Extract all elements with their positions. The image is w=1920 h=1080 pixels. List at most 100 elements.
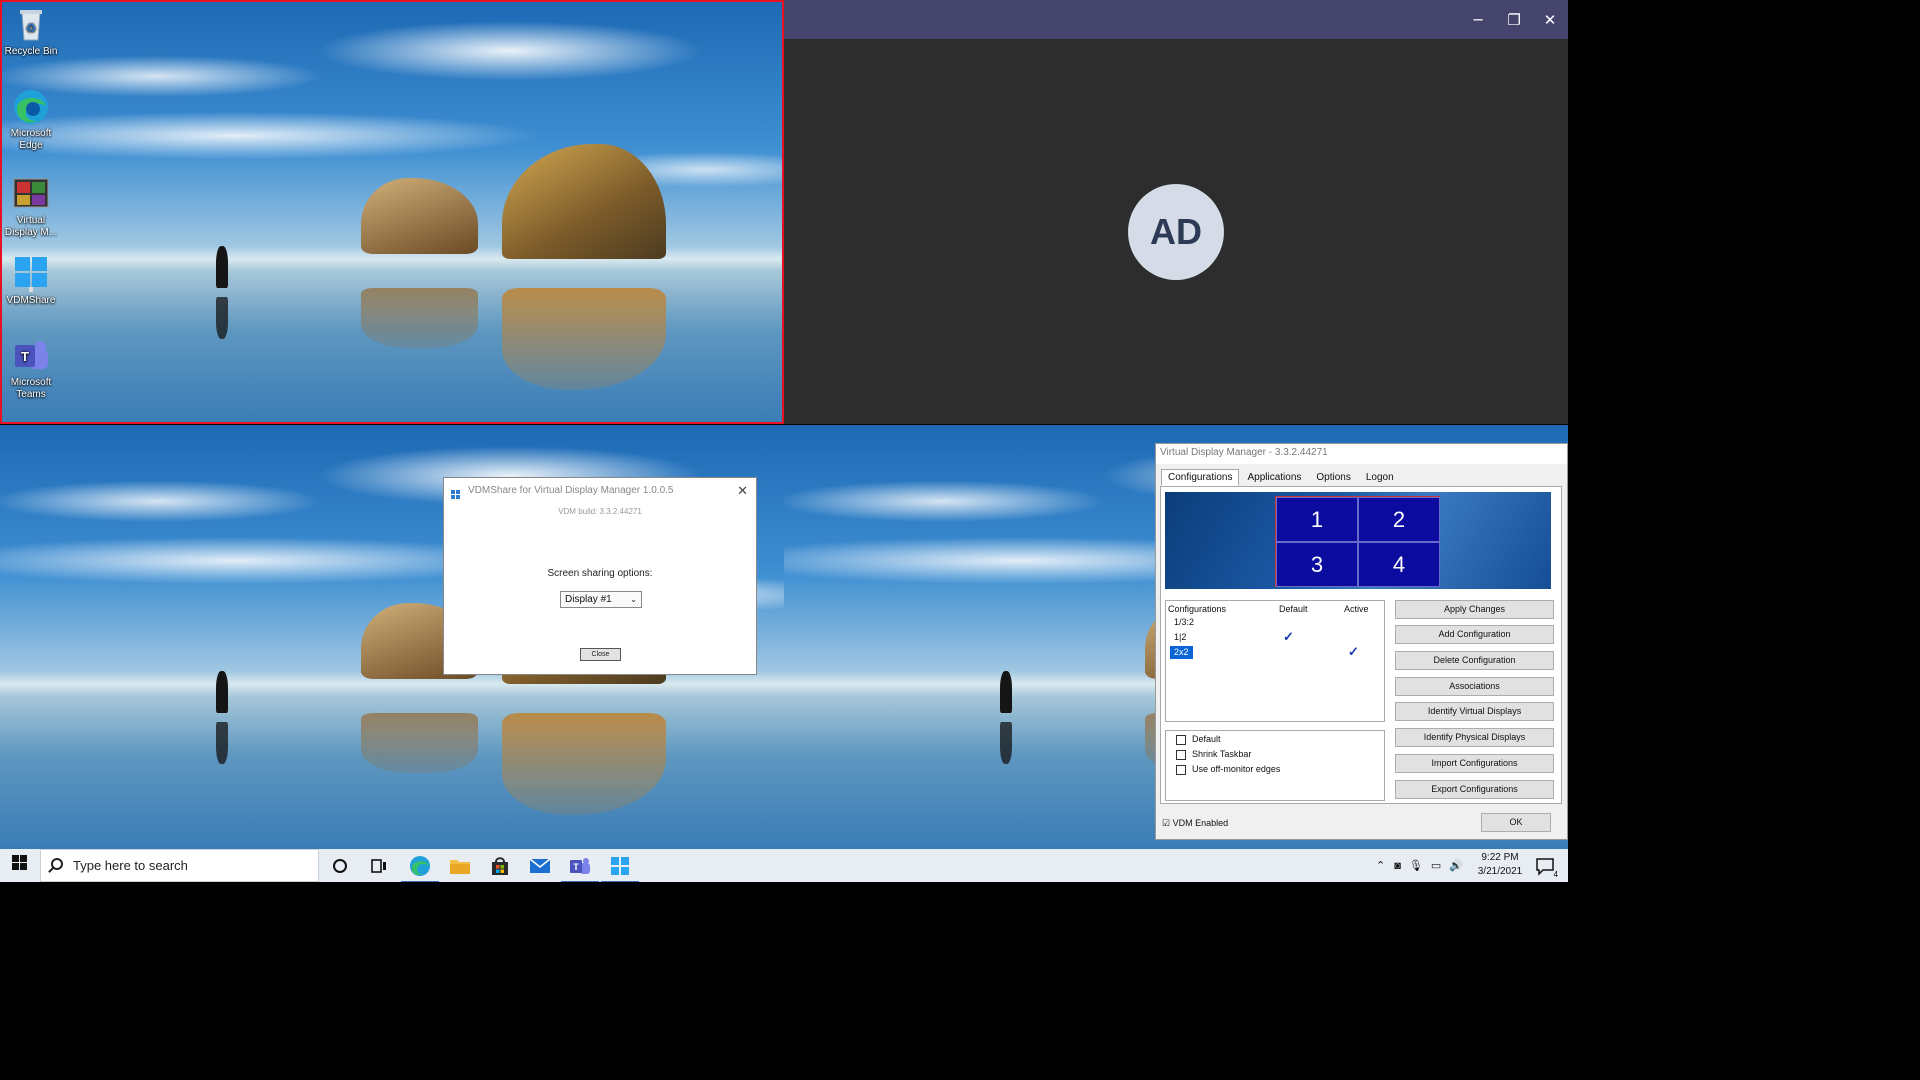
screen-sharing-label: Screen sharing options: [547,568,653,579]
file-explorer-icon[interactable] [447,853,473,879]
black-area [0,882,1920,1080]
svg-text:T: T [21,349,29,364]
teams-title-bar: ─ ❐ ✕ [784,0,1568,39]
configuration-options: Default Shrink Taskbar Use off-monitor e… [1165,730,1385,801]
desktop-icon-vdmshare[interactable]: VDMShare [2,255,60,307]
teams-window: ─ ❐ ✕ AD [784,0,1568,424]
network-icon[interactable]: ▭ [1431,859,1441,872]
clock-date: 3/21/2021 [1477,866,1523,877]
configuration-row-selected[interactable]: 2x2 [1170,646,1193,659]
microphone-icon[interactable]: 🎙 [1409,859,1423,872]
export-configurations-button[interactable]: Export Configurations [1395,780,1554,799]
close-icon: ✕ [1543,10,1557,29]
restore-icon: ❐ [1507,10,1521,29]
search-icon [51,858,63,870]
vdm-enabled-toggle[interactable]: ☑ VDM Enabled [1162,818,1228,829]
delete-configuration-button[interactable]: Delete Configuration [1395,651,1554,670]
identify-physical-displays-button[interactable]: Identify Physical Displays [1395,728,1554,747]
vdm-build-text: VDM build: 3.3.2.44271 [558,507,642,516]
vdmshare-icon[interactable] [601,853,639,883]
vdmshare-close-button[interactable]: Close [580,648,621,661]
vdm-tabs: Configurations Applications Options Logon [1161,469,1402,486]
option-shrink-taskbar[interactable]: Shrink Taskbar [1176,749,1251,762]
configurations-panel: 1 2 3 4 Configurations Default Active 1/… [1160,486,1562,804]
svg-text:♻: ♻ [26,21,37,35]
display-select-value: Display #1 [565,594,612,605]
restore-button[interactable]: ❐ [1496,0,1532,39]
desktop-icon-edge[interactable]: Microsoft Edge [2,88,60,152]
add-configuration-button[interactable]: Add Configuration [1395,625,1554,644]
desktop-icon-teams[interactable]: T Microsoft Teams [2,337,60,401]
chevron-down-icon: ⌄ [630,595,637,604]
vdmshare-close-icon[interactable]: ✕ [737,478,748,503]
participant-avatar: AD [1128,184,1224,280]
teams-icon[interactable]: T [561,853,599,883]
virtual-display-cell[interactable]: 1 [1276,497,1358,542]
vdmshare-icon [12,255,50,293]
recycle-bin-icon: ♻ [12,6,50,44]
import-configurations-button[interactable]: Import Configurations [1395,754,1554,773]
edge-icon [12,88,50,126]
identify-virtual-displays-button[interactable]: Identify Virtual Displays [1395,702,1554,721]
notification-count: 4 [1553,870,1558,879]
tab-applications[interactable]: Applications [1240,469,1308,486]
option-default[interactable]: Default [1176,734,1221,747]
configurations-list: Configurations Default Active 1/3:2 1|2 … [1165,600,1385,722]
column-header-default: Default [1279,604,1308,614]
vdm-title-bar: Virtual Display Manager - 3.3.2.44271 [1156,444,1567,464]
teams-icon: T [12,337,50,375]
cortana-icon[interactable] [327,853,353,879]
configuration-row[interactable]: 1|2 [1170,631,1190,644]
meet-now-icon[interactable]: ◙ [1394,860,1401,872]
checkbox[interactable] [1176,749,1186,760]
search-input[interactable]: Type here to search [40,849,319,882]
virtual-display-cell[interactable]: 4 [1358,542,1440,587]
minimize-button[interactable]: ─ [1460,0,1496,39]
tab-options[interactable]: Options [1309,469,1357,486]
clock-time: 9:22 PM [1481,852,1519,863]
desktop-icon-vdm[interactable]: Virtual Display M... [2,175,60,239]
vdmshare-title-bar: VDMShare for Virtual Display Manager 1.0… [444,478,756,503]
vdm-enabled-check-icon[interactable]: ☑ [1162,818,1170,828]
windows-logo-icon [451,485,461,510]
vdmshare-dialog: VDMShare for Virtual Display Manager 1.0… [443,477,757,675]
layout-preview: 1 2 3 4 [1165,492,1551,589]
tab-logon[interactable]: Logon [1359,469,1401,486]
vdm-icon [12,175,50,213]
vdm-window: Virtual Display Manager - 3.3.2.44271 Co… [1155,443,1568,840]
ok-button[interactable]: OK [1481,813,1551,832]
virtual-display-cell[interactable]: 3 [1276,542,1358,587]
checkbox[interactable] [1176,764,1186,775]
desktop-wallpaper-top-left [0,0,784,424]
close-button[interactable]: ✕ [1532,0,1568,39]
start-button[interactable] [0,849,40,882]
checkbox[interactable] [1176,734,1186,745]
option-off-monitor-edges[interactable]: Use off-monitor edges [1176,764,1280,777]
windows-start-icon [12,855,28,876]
column-header-active: Active [1344,604,1369,614]
apply-changes-button[interactable]: Apply Changes [1395,600,1554,619]
edge-icon[interactable] [401,853,439,883]
virtual-display-grid: 1 2 3 4 [1275,496,1440,587]
configuration-row[interactable]: 1/3:2 [1170,616,1198,629]
display-select[interactable]: Display #1 ⌄ [560,591,642,608]
taskbar-clock[interactable]: 9:22 PM 3/21/2021 [1476,851,1524,879]
active-check-icon: ✓ [1348,644,1359,659]
svg-text:T: T [573,862,579,872]
task-view-icon[interactable] [366,853,392,879]
chevron-up-icon[interactable]: ⌃ [1376,859,1385,872]
taskbar: Type here to search T ⌃ ◙ 🎙 ▭ 🔊 9:22 PM … [0,849,1568,883]
default-check-icon: ✓ [1283,629,1294,644]
system-tray: ⌃ ◙ 🎙 ▭ 🔊 [1376,849,1463,882]
volume-icon[interactable]: 🔊 [1449,859,1463,872]
column-header-configurations: Configurations [1168,604,1227,614]
vdm-title: Virtual Display Manager - 3.3.2.44271 [1160,447,1328,458]
notification-center-icon[interactable]: 4 [1532,853,1558,879]
virtual-display-cell[interactable]: 2 [1358,497,1440,542]
tab-configurations[interactable]: Configurations [1161,469,1240,486]
minimize-icon: ─ [1473,10,1483,29]
associations-button[interactable]: Associations [1395,677,1554,696]
store-icon[interactable] [487,853,513,879]
desktop-icon-recycle-bin[interactable]: ♻ Recycle Bin [2,6,60,58]
mail-icon[interactable] [527,853,553,879]
